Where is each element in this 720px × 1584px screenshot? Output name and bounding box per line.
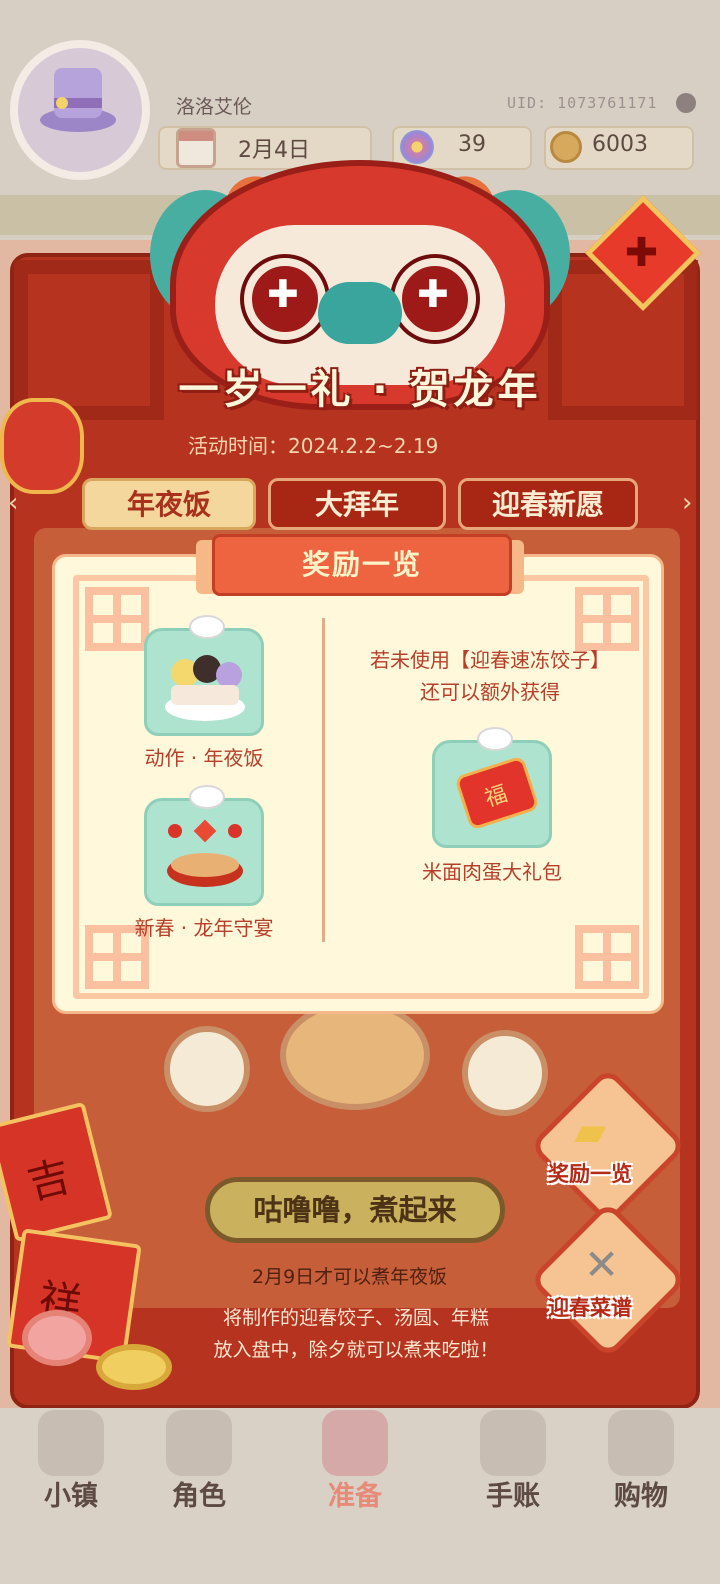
reward-item-dragon-feast[interactable]	[144, 785, 264, 906]
nav-character[interactable]: 角色	[144, 1410, 254, 1520]
plate-right	[462, 1030, 548, 1116]
reward-note: 若未使用【迎春速冻饺子】 还可以额外获得	[340, 644, 640, 708]
calendar-icon	[176, 128, 216, 168]
nav-journal-label: 手账	[486, 1481, 540, 1512]
copy-uid-icon[interactable]	[676, 93, 696, 113]
modal-title: 奖励一览	[212, 534, 512, 596]
gold-ingot-icon: ▰	[574, 1106, 607, 1155]
tab-right-arrow-icon[interactable]: ›	[682, 488, 692, 518]
plate-left	[164, 1026, 250, 1112]
reward-label-grocery-pack: 米面肉蛋大礼包	[422, 860, 562, 884]
nav-shop-label: 购物	[614, 1481, 668, 1512]
nav-prepare[interactable]: 准备	[300, 1410, 410, 1520]
peach-bun-icon	[22, 1310, 92, 1366]
dish-center	[280, 1000, 430, 1110]
reward-item-grocery-pack[interactable]: 福	[432, 727, 552, 848]
bow-icon	[477, 727, 513, 751]
journal-icon	[480, 1410, 546, 1476]
cook-description-line-2: 放入盘中，除夕就可以煮来吃啦！	[213, 1339, 499, 1361]
event-tabs: ‹ 年夜饭 大拜年 迎春新愿 ›	[8, 478, 704, 534]
dragon-eye-right	[394, 258, 476, 340]
nav-prepare-label: 准备	[328, 1481, 382, 1512]
reward-overview-modal	[52, 554, 664, 1014]
flower-count: 39	[458, 132, 486, 157]
dinner-table-icon	[165, 655, 245, 721]
nav-character-label: 角色	[172, 1481, 226, 1512]
event-title: 一岁一礼 · 贺龙年	[178, 367, 542, 413]
fu-char: 福	[481, 781, 511, 813]
envelope-glyph-luck: 吉	[22, 1151, 76, 1209]
player-name: 洛洛艾伦	[176, 96, 253, 118]
tab-left-arrow-icon[interactable]: ‹	[8, 488, 18, 518]
reward-item-dinner-action[interactable]	[144, 615, 264, 736]
bow-icon	[189, 785, 225, 809]
tab-new-years-eve-dinner[interactable]: 年夜饭	[82, 478, 256, 530]
nav-journal[interactable]: 手账	[458, 1410, 568, 1520]
cook-button[interactable]: 咕噜噜，煮起来	[205, 1177, 505, 1243]
player-uid: UID: 1073761171	[507, 94, 658, 112]
reward-note-line-1: 若未使用【迎春速冻饺子】	[370, 648, 610, 672]
red-envelope-icon: 福	[454, 755, 540, 831]
gold-ingot-decor-icon	[96, 1344, 172, 1390]
reward-label-dragon-feast: 新春 · 龙年守宴	[134, 916, 274, 940]
nav-town-label: 小镇	[44, 1481, 98, 1512]
dragon-eye-left	[244, 258, 326, 340]
coin-icon	[550, 131, 582, 163]
knot-corner-icon	[85, 587, 149, 651]
tab-spring-wishes[interactable]: 迎春新愿	[458, 478, 638, 530]
coin-count: 6003	[592, 132, 648, 157]
fork-spoon-icon: ✕	[584, 1240, 620, 1289]
tab-new-year-visits[interactable]: 大拜年	[268, 478, 446, 530]
cook-hint: 2月9日才可以煮年夜饭	[252, 1266, 448, 1288]
cook-description: 将制作的迎春饺子、汤圆、年糕 放入盘中，除夕就可以煮来吃啦！	[186, 1302, 526, 1366]
event-time: 活动时间：2024.2.2~2.19	[188, 434, 439, 458]
bow-icon	[189, 615, 225, 639]
knot-corner-icon	[575, 587, 639, 651]
prepare-icon	[322, 1410, 388, 1476]
reward-label-dinner-action: 动作 · 年夜饭	[144, 746, 264, 770]
decor-glyph-left	[14, 260, 164, 420]
nav-shop[interactable]: 购物	[586, 1410, 696, 1520]
cook-description-line-1: 将制作的迎春饺子、汤圆、年糕	[222, 1307, 489, 1329]
close-icon: ✚	[624, 229, 659, 276]
top-hat-icon	[40, 68, 116, 132]
character-icon	[166, 1410, 232, 1476]
reward-note-line-2: 还可以额外获得	[420, 680, 560, 704]
modal-divider	[322, 618, 325, 942]
date-text: 2月4日	[238, 138, 310, 163]
feast-table-icon	[167, 819, 243, 887]
rewards-overview-label: 奖励一览	[548, 1162, 632, 1186]
spring-recipes-label: 迎春菜谱	[548, 1296, 632, 1320]
knot-corner-icon	[575, 925, 639, 989]
flower-icon	[400, 130, 434, 164]
shopping-bag-icon	[608, 1410, 674, 1476]
dragon-nose	[318, 282, 402, 344]
nav-town[interactable]: 小镇	[16, 1410, 126, 1520]
town-icon	[38, 1410, 104, 1476]
